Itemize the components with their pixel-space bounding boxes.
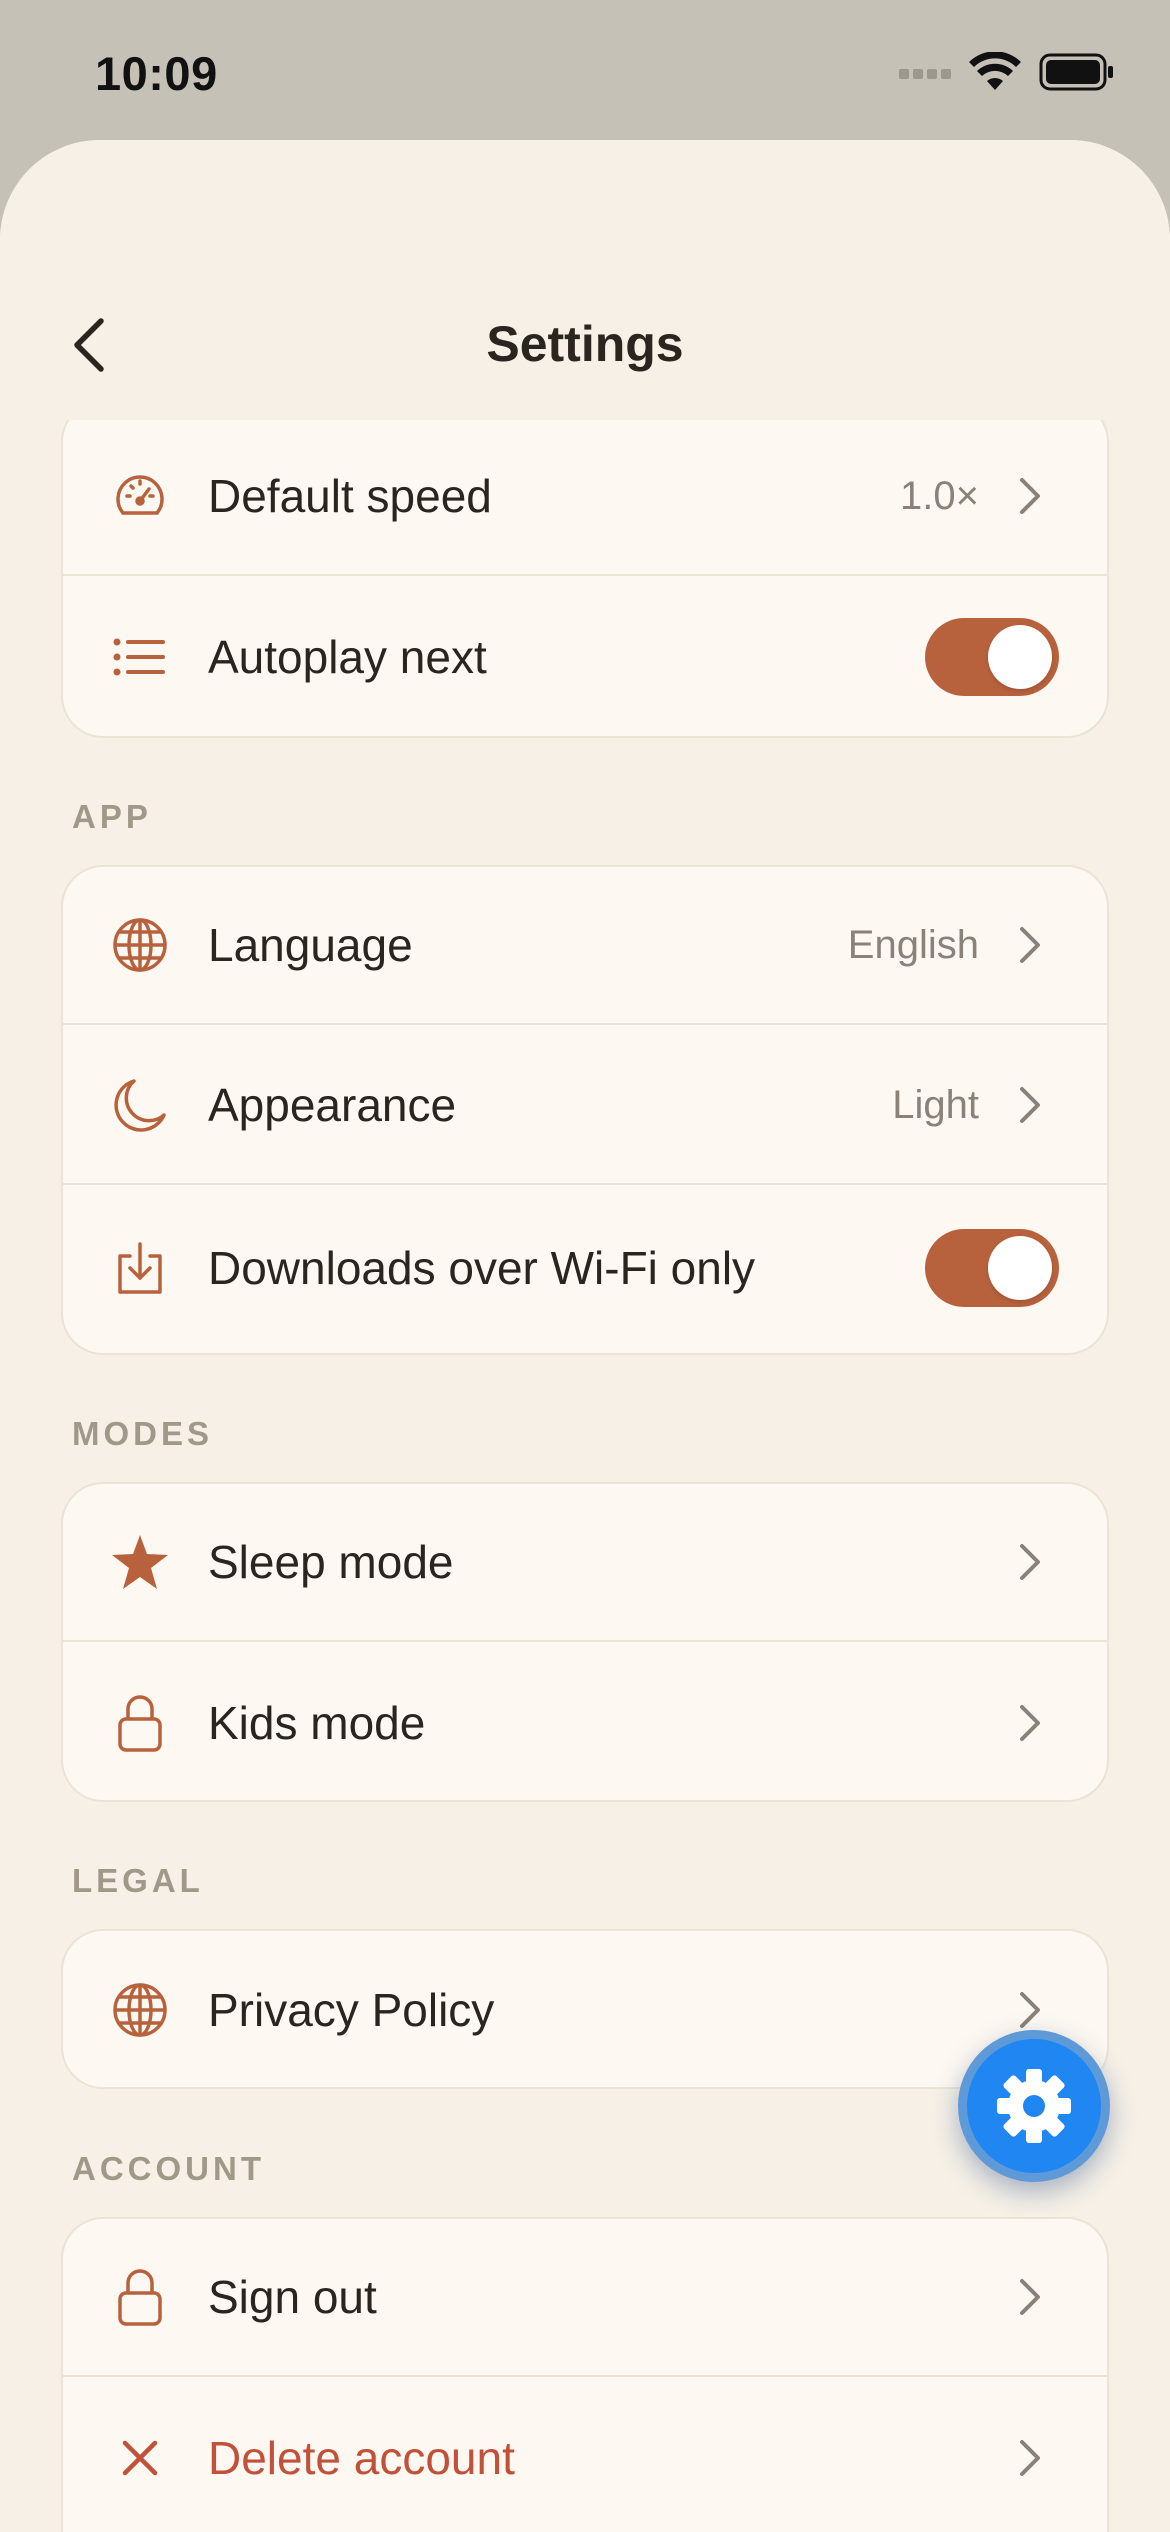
- delete-account-label: Delete account: [208, 2432, 515, 2484]
- settings-sheet: Default speed 1.0× Autoplay next APP Lan…: [0, 140, 1170, 2532]
- language-value: English: [847, 922, 979, 967]
- privacy-policy-row[interactable]: Privacy Policy: [63, 1931, 1107, 2087]
- default-speed-row[interactable]: Default speed 1.0×: [63, 418, 1107, 576]
- downloads-wifi-toggle[interactable]: [925, 1229, 1059, 1307]
- chevron-right-icon: [1015, 1540, 1045, 1584]
- section-header-app: APP: [72, 798, 152, 835]
- lock-icon: [109, 2266, 171, 2328]
- language-label: Language: [208, 919, 413, 971]
- page-title: Settings: [486, 316, 684, 372]
- appearance-row[interactable]: Appearance Light: [63, 1027, 1107, 1185]
- settings-fab-button[interactable]: [958, 2030, 1110, 2182]
- chevron-right-icon: [1015, 1988, 1045, 2032]
- section-header-modes: MODES: [72, 1415, 214, 1452]
- section-header-account: ACCOUNT: [72, 2150, 265, 2187]
- download-icon: [109, 1237, 171, 1299]
- status-time: 10:09: [95, 47, 218, 100]
- chevron-right-icon: [1015, 474, 1045, 518]
- nav-header: Settings: [0, 140, 1170, 420]
- sign-out-label: Sign out: [208, 2271, 377, 2323]
- wifi-icon: [969, 52, 1021, 90]
- toggle-knob: [988, 1236, 1052, 1300]
- language-row[interactable]: Language English: [63, 867, 1107, 1025]
- account-card: Sign out Delete account: [61, 2217, 1109, 2532]
- globe-icon: [109, 914, 171, 976]
- sleep-mode-label: Sleep mode: [208, 1536, 454, 1588]
- globe-icon: [109, 1979, 171, 2041]
- close-icon: [109, 2427, 171, 2489]
- signal-icon: [899, 69, 951, 79]
- appearance-label: Appearance: [208, 1079, 457, 1131]
- autoplay-next-toggle[interactable]: [925, 618, 1059, 696]
- downloads-wifi-label: Downloads over Wi-Fi only: [208, 1242, 756, 1294]
- kids-mode-label: Kids mode: [208, 1697, 426, 1749]
- list-icon: [109, 626, 171, 688]
- modes-card: Sleep mode Kids mode: [61, 1482, 1109, 1802]
- app-card: Language English Appearance Light Downlo…: [61, 865, 1109, 1355]
- delete-account-row[interactable]: Delete account: [63, 2379, 1107, 2532]
- section-header-legal: LEGAL: [72, 1862, 204, 1899]
- autoplay-next-row: Autoplay next: [63, 578, 1107, 736]
- chevron-right-icon: [1015, 923, 1045, 967]
- legal-card: Privacy Policy: [61, 1929, 1109, 2089]
- lock-icon: [109, 1692, 171, 1754]
- moon-icon: [109, 1074, 171, 1136]
- toggle-knob: [988, 625, 1052, 689]
- status-bar: 10:09: [0, 0, 1170, 145]
- gear-icon: [997, 2069, 1071, 2143]
- battery-icon: [1039, 53, 1113, 91]
- status-icons: [899, 52, 1115, 92]
- sleep-mode-row[interactable]: Sleep mode: [63, 1484, 1107, 1642]
- autoplay-next-label: Autoplay next: [208, 631, 487, 683]
- default-speed-value: 1.0×: [900, 473, 979, 518]
- default-speed-label: Default speed: [208, 470, 492, 522]
- speedometer-icon: [109, 465, 171, 527]
- star-icon: [109, 1531, 171, 1593]
- chevron-right-icon: [1015, 1083, 1045, 1127]
- appearance-value: Light: [892, 1082, 979, 1127]
- downloads-wifi-row: Downloads over Wi-Fi only: [63, 1189, 1107, 1347]
- chevron-right-icon: [1015, 2275, 1045, 2319]
- sign-out-row[interactable]: Sign out: [63, 2219, 1107, 2377]
- kids-mode-row[interactable]: Kids mode: [63, 1644, 1107, 1800]
- chevron-right-icon: [1015, 2436, 1045, 2480]
- chevron-right-icon: [1015, 1701, 1045, 1745]
- playback-card: Default speed 1.0× Autoplay next: [61, 400, 1109, 738]
- privacy-policy-label: Privacy Policy: [208, 1984, 495, 2036]
